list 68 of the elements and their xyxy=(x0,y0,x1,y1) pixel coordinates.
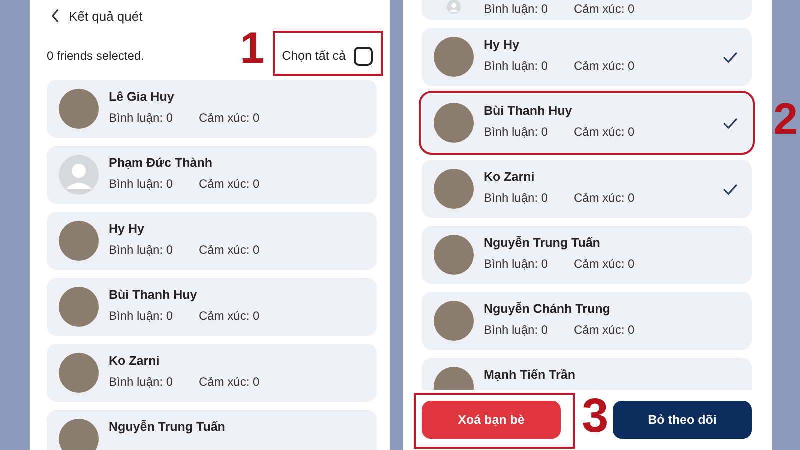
avatar-photo-placeholder xyxy=(59,89,99,129)
friend-card[interactable]: Bình luận: 0 Cảm xúc: 0 xyxy=(422,0,752,20)
friend-name: Hy Hy xyxy=(109,222,146,236)
avatar-photo-placeholder xyxy=(59,419,99,450)
reaction-count: Cảm xúc: 0 xyxy=(574,125,635,139)
comment-count: Bình luận: 0 xyxy=(484,191,550,205)
reaction-count: Cảm xúc: 0 xyxy=(574,323,635,337)
friend-card[interactable]: Ko Zarni Bình luận: 0 Cảm xúc: 0 xyxy=(422,160,752,218)
friend-name: Nguyễn Chánh Trung xyxy=(484,302,612,316)
avatar-photo-placeholder xyxy=(434,103,474,143)
friend-card[interactable]: Phạm Đức Thành Bình luận: 0 Cảm xúc: 0 xyxy=(47,146,377,204)
reaction-count: Cảm xúc: 0 xyxy=(199,177,260,191)
default-avatar-icon xyxy=(59,155,99,195)
action-button[interactable]: Bỏ theo dõi xyxy=(613,401,752,439)
friend-name: Mạnh Tiến Trần xyxy=(484,368,576,382)
select-all-checkbox[interactable] xyxy=(354,46,373,66)
friend-name: Ko Zarni xyxy=(484,170,536,184)
comment-count: Bình luận: 0 xyxy=(484,323,550,337)
avatar-photo-placeholder xyxy=(59,287,99,327)
comment-count: Bình luận: 0 xyxy=(484,2,550,16)
friend-name: Nguyễn Trung Tuấn xyxy=(484,236,602,250)
friend-card[interactable]: Bùi Thanh Huy Bình luận: 0 Cảm xúc: 0 xyxy=(422,94,752,152)
friend-card[interactable]: Hy Hy Bình luận: 0 Cảm xúc: 0 xyxy=(422,28,752,86)
reaction-count: Cảm xúc: 0 xyxy=(574,59,635,73)
avatar-photo-placeholder xyxy=(434,301,474,341)
screen-title: Kết quả quét xyxy=(69,8,143,24)
comment-count: Bình luận: 0 xyxy=(109,375,174,389)
comment-count: Bình luận: 0 xyxy=(109,309,174,323)
comment-count: Bình luận: 0 xyxy=(109,111,174,125)
comment-count: Bình luận: 0 xyxy=(109,177,174,191)
friend-name: Lê Gia Huy xyxy=(109,90,176,104)
reaction-count: Cảm xúc: 0 xyxy=(574,257,635,271)
friend-card[interactable]: Hy Hy Bình luận: 0 Cảm xúc: 0 xyxy=(47,212,377,270)
step-number: 2 xyxy=(774,98,798,142)
friend-name: Hy Hy xyxy=(484,38,520,52)
back-icon[interactable] xyxy=(51,9,60,23)
friend-card[interactable]: Ko Zarni Bình luận: 0 Cảm xúc: 0 xyxy=(47,344,377,402)
comment-count: Bình luận: 0 xyxy=(484,59,550,73)
comment-count: Bình luận: 0 xyxy=(484,125,550,139)
step-number: 1 xyxy=(240,26,265,70)
friend-card[interactable]: Nguyễn Trung Tuấn Bình luận: 0 Cảm xúc: 0 xyxy=(422,226,752,284)
reaction-count: Cảm xúc: 0 xyxy=(199,243,260,257)
friend-card[interactable]: Nguyễn Chánh Trung Bình luận: 0 Cảm xúc: 0 xyxy=(422,292,752,350)
friend-name: Nguyễn Trung Tuấn xyxy=(109,420,226,434)
reaction-count: Cảm xúc: 0 xyxy=(199,111,260,125)
reaction-count: Cảm xúc: 0 xyxy=(199,309,260,323)
avatar-photo-placeholder xyxy=(434,169,474,209)
reaction-count: Cảm xúc: 0 xyxy=(574,191,635,205)
reaction-count: Cảm xúc: 0 xyxy=(574,2,635,16)
selected-count: 0 friends selected. xyxy=(47,49,144,63)
avatar-photo-placeholder xyxy=(434,37,474,77)
step-number: 3 xyxy=(582,393,609,441)
select-all-label[interactable]: Chọn tất cả xyxy=(282,49,346,63)
friend-name: Bùi Thanh Huy xyxy=(484,104,574,118)
friend-card[interactable]: Mạnh Tiến Trần xyxy=(422,358,752,390)
avatar-photo-placeholder xyxy=(59,221,99,261)
friend-name: Ko Zarni xyxy=(109,354,161,368)
avatar-photo-placeholder xyxy=(59,353,99,393)
friend-card[interactable]: Nguyễn Trung Tuấn xyxy=(47,410,377,450)
action-button[interactable]: Xoá bạn bè xyxy=(422,401,561,439)
reaction-count: Cảm xúc: 0 xyxy=(199,375,260,389)
comment-count: Bình luận: 0 xyxy=(109,243,174,257)
friend-name: Bùi Thanh Huy xyxy=(109,288,198,302)
friend-card[interactable]: Lê Gia Huy Bình luận: 0 Cảm xúc: 0 xyxy=(47,80,377,138)
friend-name: Phạm Đức Thành xyxy=(109,156,214,170)
comment-count: Bình luận: 0 xyxy=(484,257,550,271)
friend-card[interactable]: Bùi Thanh Huy Bình luận: 0 Cảm xúc: 0 xyxy=(47,278,377,336)
avatar-photo-placeholder xyxy=(434,235,474,275)
